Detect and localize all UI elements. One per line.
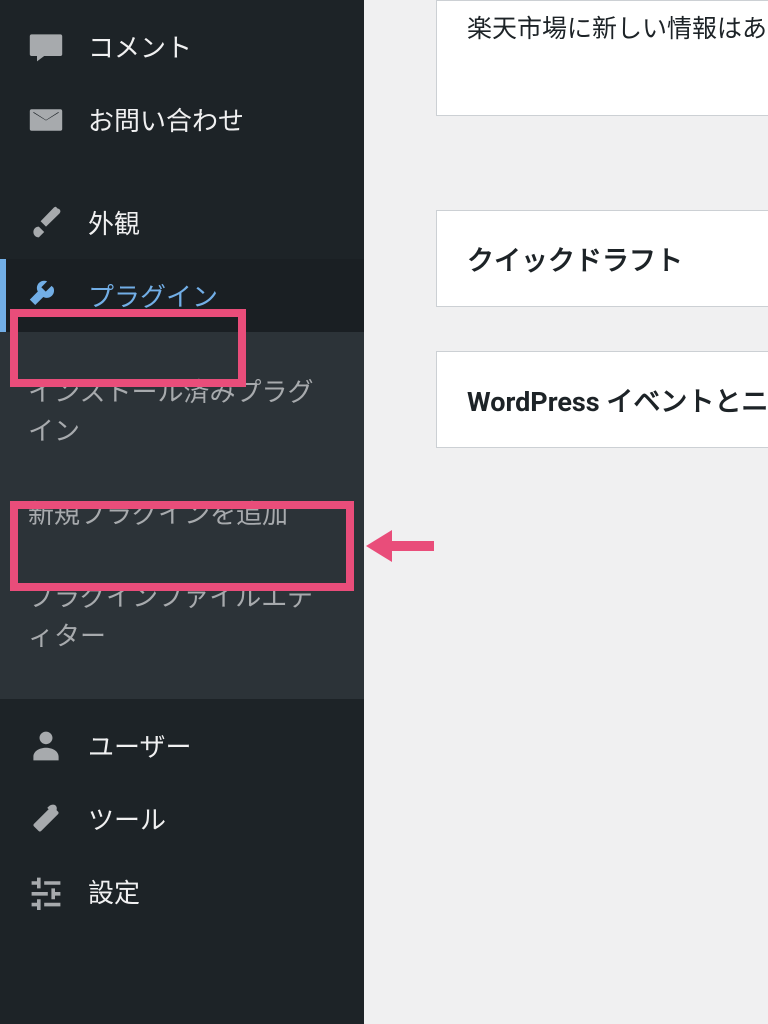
sidebar-item-appearance[interactable]: 外観	[0, 186, 364, 259]
submenu-plugin-editor[interactable]: プラグインファイルエディター	[0, 557, 364, 679]
mail-icon	[28, 102, 64, 138]
rakuten-panel: 楽天市場に新しい情報はあり	[436, 0, 768, 116]
submenu-item-label: プラグインファイルエディター	[28, 583, 313, 652]
sliders-icon	[28, 874, 64, 910]
quick-draft-panel[interactable]: クイックドラフト	[436, 210, 768, 307]
panel-text: 楽天市場に新しい情報はあり	[467, 9, 768, 45]
sidebar-item-label: 外観	[88, 204, 140, 241]
sidebar-item-comments[interactable]: コメント	[0, 0, 364, 83]
submenu-item-label: 新規プラグインを追加	[28, 500, 288, 530]
sidebar-item-settings[interactable]: 設定	[0, 855, 364, 928]
user-icon	[28, 728, 64, 764]
plugins-submenu: インストール済みプラグイン 新規プラグインを追加 プラグインファイルエディター	[0, 332, 364, 699]
plugin-icon	[28, 278, 64, 314]
sidebar-item-label: コメント	[88, 28, 192, 65]
sidebar-item-users[interactable]: ユーザー	[0, 699, 364, 782]
submenu-add-new-plugin[interactable]: 新規プラグインを追加	[0, 474, 364, 557]
sidebar-item-label: プラグイン	[88, 277, 218, 314]
events-panel[interactable]: WordPress イベントとニ	[436, 351, 768, 448]
main-content: 楽天市場に新しい情報はあり クイックドラフト WordPress イベントとニ	[364, 0, 768, 1024]
submenu-item-label: インストール済みプラグイン	[28, 378, 313, 447]
panel-title: WordPress イベントとニ	[467, 380, 768, 419]
panel-title: クイックドラフト	[467, 239, 768, 278]
comment-icon	[28, 29, 64, 65]
submenu-installed-plugins[interactable]: インストール済みプラグイン	[0, 352, 364, 474]
admin-sidebar: コメント お問い合わせ 外観 プラグイン インストール済みプラグイン 新規プラグ…	[0, 0, 364, 1024]
sidebar-item-label: ツール	[88, 800, 166, 837]
sidebar-item-contact[interactable]: お問い合わせ	[0, 83, 364, 156]
sidebar-item-label: 設定	[88, 873, 140, 910]
sidebar-item-label: お問い合わせ	[88, 101, 244, 138]
sidebar-item-tools[interactable]: ツール	[0, 782, 364, 855]
wrench-icon	[28, 801, 64, 837]
sidebar-item-plugins[interactable]: プラグイン	[0, 259, 364, 332]
sidebar-item-label: ユーザー	[88, 727, 191, 764]
brush-icon	[28, 205, 64, 241]
